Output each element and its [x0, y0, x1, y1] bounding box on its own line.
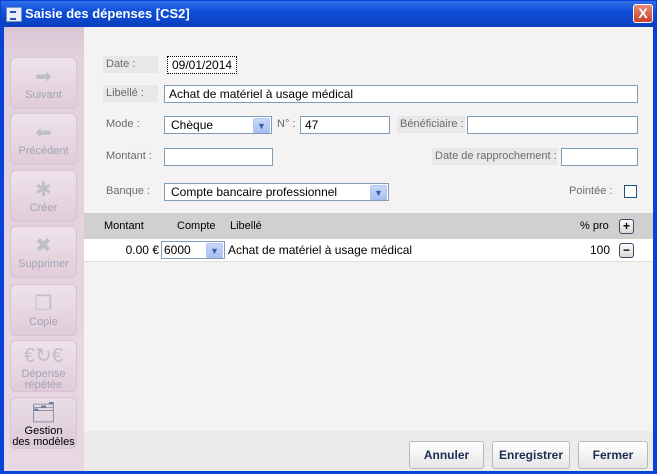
repeated-expense-button[interactable]: €↻€ Dépense répétée	[10, 340, 77, 392]
col-pct: % pro	[580, 220, 609, 232]
cell-pct: 100	[589, 243, 610, 257]
grid-header: Montant Compte Libellé % pro +	[84, 213, 653, 240]
col-libelle: Libellé	[230, 220, 262, 232]
next-button[interactable]: ➡ Suivant	[10, 57, 77, 109]
cell-libelle: Achat de matériel à usage médical	[228, 243, 413, 257]
arrow-left-icon: ⬅	[35, 122, 52, 144]
add-line-button[interactable]: +	[619, 219, 634, 234]
save-button[interactable]: Enregistrer	[492, 441, 570, 469]
star-icon: ✱	[35, 179, 52, 201]
libelle-field[interactable]: Achat de matériel à usage médical	[164, 85, 638, 103]
copy-icon: ❐	[34, 293, 53, 315]
footer-bar: Annuler Enregistrer Fermer	[84, 431, 653, 471]
delete-button[interactable]: ✖ Supprimer	[10, 226, 77, 278]
templates-label-2: des modèles	[12, 436, 75, 448]
rapprochement-label: Date de rapprochement :	[432, 148, 557, 165]
chevron-down-icon[interactable]: ▼	[253, 118, 270, 133]
col-montant: Montant	[104, 220, 144, 232]
window-title: Saisie des dépenses [CS2]	[25, 6, 190, 21]
window-client: ➡ Suivant ⬅ Précédent ✱ Créer ✖ Supprime…	[4, 27, 653, 471]
date-label: Date :	[103, 56, 158, 73]
euro-repeat-icon: €↻€	[23, 345, 63, 367]
title-bar[interactable]: Saisie des dépenses [CS2] X	[1, 1, 656, 27]
compte-select[interactable]: 6000 ▼	[161, 241, 225, 259]
table-row[interactable]: 0.00 € 6000 ▼ Achat de matériel à usage …	[84, 239, 653, 262]
beneficiaire-label: Bénéficiaire :	[397, 116, 465, 133]
mode-label: Mode :	[106, 118, 140, 130]
cancel-button[interactable]: Annuler	[409, 441, 484, 469]
numero-label: N° :	[277, 118, 296, 130]
create-button[interactable]: ✱ Créer	[10, 170, 77, 222]
copy-label: Copie	[29, 316, 58, 328]
remove-line-button[interactable]: −	[619, 243, 634, 258]
close-form-button[interactable]: Fermer	[578, 441, 648, 469]
x-icon: ✖	[35, 235, 52, 257]
rapprochement-field[interactable]	[561, 148, 638, 166]
date-field[interactable]: 09/01/2014	[167, 56, 237, 74]
previous-button[interactable]: ⬅ Précédent	[10, 113, 77, 165]
mode-select[interactable]: Chèque ▼	[164, 116, 272, 134]
templates-icon: 🗂	[30, 402, 57, 424]
chevron-down-icon[interactable]: ▼	[206, 243, 223, 258]
chevron-down-icon[interactable]: ▼	[370, 185, 387, 200]
main-panel: Date : 09/01/2014 Libellé : Achat de mat…	[84, 27, 653, 471]
montant-field[interactable]	[164, 148, 273, 166]
montant-label: Montant :	[106, 150, 152, 162]
compte-value: 6000	[164, 243, 191, 257]
cell-montant: 0.00 €	[125, 243, 159, 257]
create-label: Créer	[29, 202, 58, 214]
banque-label: Banque :	[106, 185, 151, 197]
banque-value: Compte bancaire professionnel	[171, 185, 338, 199]
templates-button[interactable]: 🗂 Gestion des modèles	[10, 397, 77, 449]
next-label: Suivant	[25, 89, 62, 101]
repeated-label-2: répétée	[24, 379, 63, 391]
beneficiaire-field[interactable]	[467, 116, 638, 134]
mode-value: Chèque	[171, 118, 214, 132]
libelle-label: Libellé :	[103, 85, 158, 102]
delete-label: Supprimer	[18, 258, 69, 270]
previous-label: Précédent	[18, 145, 69, 157]
sidebar: ➡ Suivant ⬅ Précédent ✱ Créer ✖ Supprime…	[4, 27, 84, 471]
copy-button[interactable]: ❐ Copie	[10, 284, 77, 336]
close-button[interactable]: X	[633, 4, 653, 23]
app-window: Saisie des dépenses [CS2] X ➡ Suivant ⬅ …	[0, 0, 657, 474]
app-icon	[6, 7, 22, 22]
col-compte: Compte	[177, 220, 216, 232]
pointee-checkbox[interactable]	[624, 185, 637, 198]
arrow-right-icon: ➡	[35, 66, 52, 88]
pointee-label: Pointée :	[569, 185, 613, 197]
banque-select[interactable]: Compte bancaire professionnel ▼	[164, 183, 389, 201]
numero-field[interactable]: 47	[300, 116, 390, 134]
